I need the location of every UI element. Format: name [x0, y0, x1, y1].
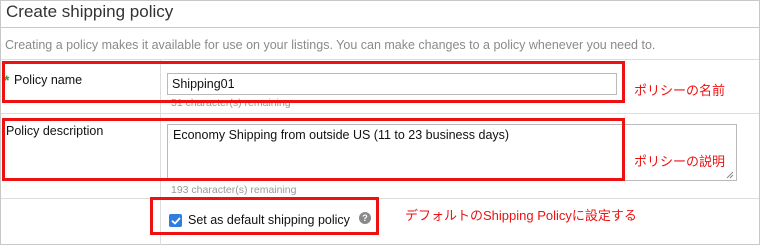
highlight-box-description [2, 118, 625, 181]
highlight-box-default [150, 197, 379, 235]
intro-text: Creating a policy makes it available for… [5, 38, 656, 52]
divider [1, 113, 759, 114]
annotation-name: ポリシーの名前 [634, 83, 726, 98]
divider [1, 198, 759, 199]
annotation-description: ポリシーの説明 [634, 154, 726, 169]
form-header: Create shipping policy [1, 1, 759, 28]
resize-grip-icon[interactable] [726, 171, 734, 179]
highlight-box-name [2, 61, 625, 103]
divider [1, 59, 759, 60]
page-title: Create shipping policy [6, 2, 174, 21]
policy-description-char-count: 193 character(s) remaining [171, 184, 297, 196]
annotation-default: デフォルトのShipping Policyに設定する [405, 208, 637, 223]
